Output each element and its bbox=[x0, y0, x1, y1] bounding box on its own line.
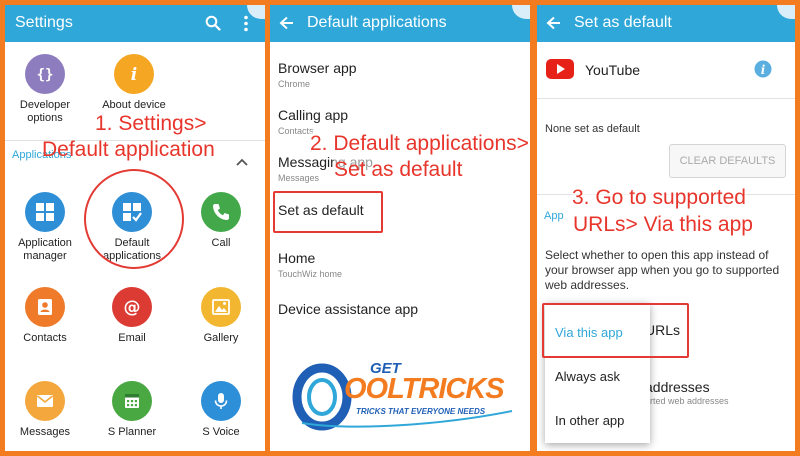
none-set-text: None set as default bbox=[545, 123, 640, 135]
highlight-box bbox=[542, 303, 689, 358]
youtube-icon bbox=[546, 59, 574, 84]
svg-text:i: i bbox=[131, 65, 137, 85]
call-item[interactable]: Call bbox=[186, 192, 256, 250]
app-label: Gallery bbox=[203, 332, 239, 344]
clear-defaults-button[interactable]: CLEAR DEFAULTS bbox=[669, 144, 786, 178]
messages-item[interactable]: Messages bbox=[10, 381, 80, 439]
about-device-item[interactable]: i About device bbox=[99, 54, 169, 112]
description-text: Select whether to open this app instead … bbox=[545, 248, 780, 292]
set-as-default-app-bar: Set as default bbox=[537, 5, 795, 42]
page-title: Default applications bbox=[307, 14, 447, 31]
calendar-icon bbox=[112, 381, 152, 421]
info-icon[interactable]: i bbox=[754, 60, 772, 83]
grid-icon bbox=[25, 192, 65, 232]
logo-brand-text: OOLTRICKS bbox=[344, 373, 505, 405]
default-applications-panel: Default applications Browser app Chrome … bbox=[270, 5, 530, 451]
annotation-step-3-line-1: 3. Go to supported bbox=[572, 186, 746, 210]
item-title: Device assistance app bbox=[278, 301, 419, 317]
application-manager-item[interactable]: Application manager bbox=[10, 192, 80, 263]
app-label: Email bbox=[118, 332, 146, 344]
logo-tagline-text: TRICKS THAT EVERYONE NEEDS bbox=[356, 407, 486, 416]
device-assistance-app-item[interactable]: Device assistance app bbox=[278, 301, 418, 317]
app-label: S Planner bbox=[107, 426, 157, 438]
default-applications-app-bar: Default applications bbox=[270, 5, 530, 42]
option-always-ask[interactable]: Always ask bbox=[555, 369, 620, 384]
contacts-item[interactable]: Contacts bbox=[10, 287, 80, 345]
corner-decoration bbox=[247, 5, 265, 19]
back-arrow-icon[interactable] bbox=[279, 16, 294, 35]
svg-text:i: i bbox=[761, 63, 766, 77]
annotation-step-3-line-2: URLs> Via this app bbox=[573, 213, 753, 237]
more-options-icon[interactable] bbox=[243, 15, 249, 37]
app-label: About device bbox=[102, 99, 166, 111]
app-label: Call bbox=[211, 237, 231, 249]
mic-icon bbox=[201, 381, 241, 421]
app-label: Contacts bbox=[23, 332, 67, 344]
home-item[interactable]: Home TouchWiz home bbox=[278, 250, 342, 279]
info-icon: i bbox=[114, 54, 154, 94]
svg-text:@: @ bbox=[124, 298, 141, 318]
item-title: Home bbox=[278, 250, 316, 266]
app-name: YouTube bbox=[585, 62, 641, 78]
page-title: Set as default bbox=[574, 14, 672, 31]
app-label: Developer options bbox=[19, 99, 71, 124]
open-supported-addresses-label: addresses bbox=[645, 379, 710, 395]
developer-options-item[interactable]: {} Developer options bbox=[10, 54, 80, 125]
settings-panel: Settings {} Developer options i About de… bbox=[5, 5, 265, 451]
contact-icon bbox=[25, 287, 65, 327]
open-supported-addresses-sub: orted web addresses bbox=[645, 396, 729, 406]
at-icon: @ bbox=[112, 287, 152, 327]
corner-decoration bbox=[777, 5, 795, 19]
annotation-step-2-line-1: 2. Default applications> bbox=[310, 132, 529, 156]
email-item[interactable]: @ Email bbox=[97, 287, 167, 345]
corner-decoration bbox=[512, 5, 530, 19]
gallery-icon bbox=[201, 287, 241, 327]
phone-icon bbox=[201, 192, 241, 232]
envelope-icon bbox=[25, 381, 65, 421]
s-voice-item[interactable]: S Voice bbox=[186, 381, 256, 439]
search-icon[interactable] bbox=[205, 15, 221, 36]
item-title: Calling app bbox=[278, 107, 349, 123]
highlight-circle bbox=[84, 169, 184, 269]
option-in-other-app[interactable]: In other app bbox=[555, 413, 624, 428]
svg-text:{}: {} bbox=[37, 67, 54, 83]
browser-app-item[interactable]: Browser app Chrome bbox=[278, 60, 357, 89]
divider bbox=[537, 98, 795, 99]
item-subtitle: TouchWiz home bbox=[278, 269, 343, 279]
annotation-step-2-line-2: Set as default bbox=[334, 158, 463, 182]
highlight-box bbox=[273, 191, 383, 233]
app-label: Application manager bbox=[18, 237, 72, 262]
back-arrow-icon[interactable] bbox=[546, 16, 561, 35]
gallery-item[interactable]: Gallery bbox=[186, 287, 256, 345]
s-planner-item[interactable]: S Planner bbox=[97, 381, 167, 439]
app-label: Messages bbox=[19, 426, 71, 438]
app-label: S Voice bbox=[202, 426, 240, 438]
section-label: App bbox=[544, 210, 564, 222]
chevron-up-icon[interactable] bbox=[236, 153, 248, 171]
settings-app-bar: Settings bbox=[5, 5, 265, 42]
braces-icon: {} bbox=[25, 54, 65, 94]
item-title: Browser app bbox=[278, 60, 357, 76]
page-title: Settings bbox=[15, 14, 73, 31]
annotation-step-1-line-2: Default application bbox=[42, 138, 215, 161]
item-subtitle: Chrome bbox=[278, 79, 311, 89]
annotation-step-1-line-1: 1. Settings> bbox=[95, 112, 207, 135]
set-as-default-panel: Set as default YouTube i None set as def… bbox=[537, 5, 795, 451]
gettricks-logo: GET OOLTRICKS TRICKS THAT EVERYONE NEEDS bbox=[292, 359, 522, 431]
